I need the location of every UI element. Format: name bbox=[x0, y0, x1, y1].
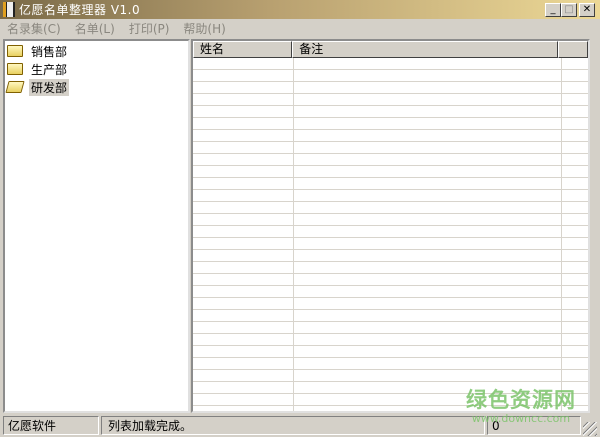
menu-directory[interactable]: 名录集(C) bbox=[0, 20, 68, 38]
status-company: 亿愿软件 bbox=[3, 416, 99, 435]
column-divider bbox=[561, 58, 562, 411]
status-bar: 亿愿软件 列表加载完成。 0 bbox=[0, 414, 600, 437]
tree-item-rnd[interactable]: 研发部 bbox=[5, 78, 188, 96]
list-rows[interactable] bbox=[193, 58, 588, 411]
app-icon bbox=[3, 2, 15, 17]
menu-bar: 名录集(C) 名单(L) 打印(P) 帮助(H) bbox=[0, 20, 233, 38]
menu-print[interactable]: 打印(P) bbox=[122, 20, 177, 38]
menu-list[interactable]: 名单(L) bbox=[68, 20, 122, 38]
department-tree[interactable]: 销售部 生产部 研发部 bbox=[3, 39, 190, 413]
tree-item-sales[interactable]: 销售部 bbox=[7, 43, 188, 59]
resize-grip-icon[interactable] bbox=[583, 422, 597, 436]
minimize-button[interactable]: _ bbox=[545, 3, 561, 17]
window-title: 亿愿名单整理器 V1.0 bbox=[19, 3, 141, 17]
maximize-button[interactable]: □ bbox=[561, 3, 577, 17]
column-divider bbox=[293, 58, 294, 411]
tree-item-label: 生产部 bbox=[31, 62, 68, 77]
close-button[interactable]: ✕ bbox=[579, 3, 595, 17]
name-list[interactable]: 姓名 备注 bbox=[191, 39, 590, 413]
status-message: 列表加载完成。 bbox=[101, 416, 485, 435]
tree-item-label: 研发部 bbox=[29, 78, 70, 96]
tree-item-label: 销售部 bbox=[31, 44, 68, 59]
column-header-notes[interactable]: 备注 bbox=[292, 41, 559, 58]
title-bar: 亿愿名单整理器 V1.0 _ □ ✕ bbox=[0, 0, 600, 19]
column-header-name[interactable]: 姓名 bbox=[193, 41, 293, 58]
folder-icon bbox=[7, 45, 23, 57]
menu-help[interactable]: 帮助(H) bbox=[176, 20, 232, 38]
tree-item-production[interactable]: 生产部 bbox=[7, 61, 188, 77]
list-header: 姓名 备注 bbox=[193, 41, 588, 58]
column-header-extra[interactable] bbox=[558, 41, 588, 58]
folder-open-icon bbox=[5, 81, 25, 93]
status-count: 0 bbox=[487, 416, 581, 435]
folder-icon bbox=[7, 63, 23, 75]
